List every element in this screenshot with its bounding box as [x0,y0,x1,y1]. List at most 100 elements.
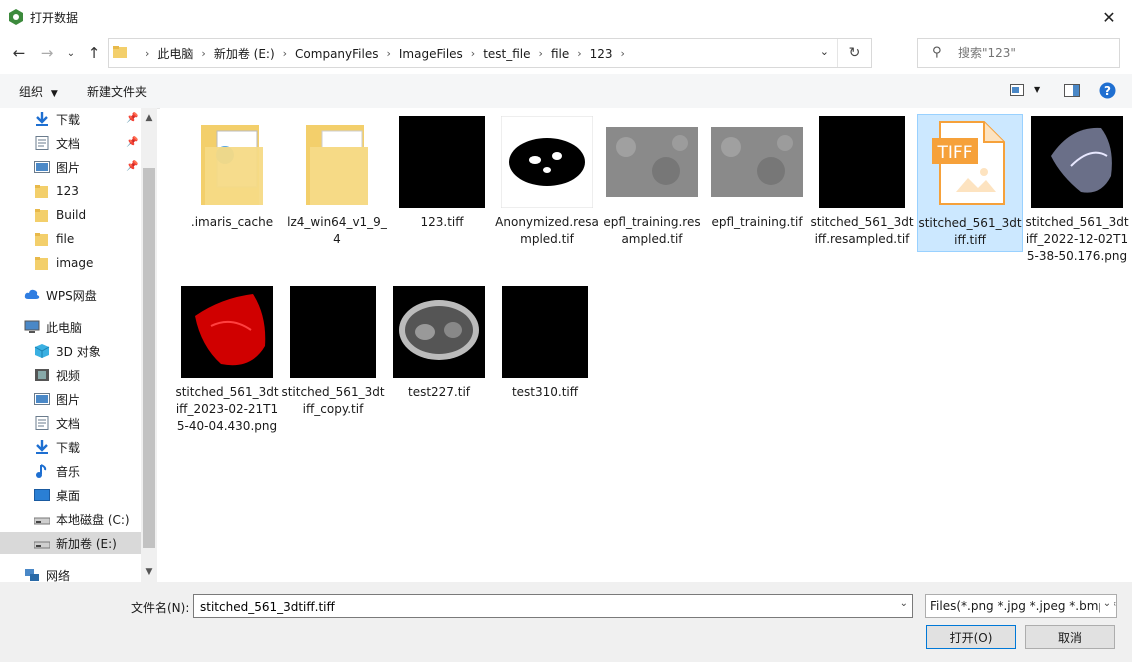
sidebar-item[interactable]: WPS网盘 [24,284,97,306]
open-button[interactable]: 打开(O) [926,625,1016,649]
file-item[interactable]: lz4_win64_v1_9_4 [285,114,389,248]
help-icon[interactable]: ? [1099,82,1116,99]
sidebar-item[interactable]: 下载 [34,436,80,458]
music-icon [34,464,50,478]
breadcrumb-separator-icon[interactable]: › [575,47,583,60]
filename-field[interactable]: ⌄ [193,594,913,618]
file-name: lz4_win64_v1_9_4 [287,215,387,246]
file-item[interactable]: stitched_561_3dtiff.resampled.tif [810,114,914,248]
address-dropdown-icon[interactable]: ⌄ [820,45,829,58]
breadcrumb-separator-icon[interactable]: › [143,47,151,60]
breadcrumb-separator-icon[interactable]: › [469,47,477,60]
breadcrumb-item[interactable]: 123 [584,47,619,61]
sidebar-item-label: 视频 [56,368,81,383]
back-arrow-icon[interactable]: ← [8,42,30,64]
file-item[interactable]: 123.tiff [390,114,494,231]
sidebar-scrollbar[interactable]: ▲ ▼ [141,108,157,582]
file-name: 123.tiff [420,215,464,229]
breadcrumb-item[interactable]: 此电脑 [151,45,199,62]
file-item[interactable]: epfl_training.tif [705,114,809,231]
sidebar-item[interactable]: file [34,228,74,250]
sidebar-item-label: 文档 [56,136,81,151]
sidebar-item[interactable]: 图片 [34,156,80,178]
breadcrumb-item[interactable]: file [545,47,575,61]
refresh-icon[interactable]: ↻ [837,39,871,67]
document-icon [34,136,50,150]
file-item[interactable]: .imaris_cache [180,114,284,231]
file-item[interactable]: Anonymized.resampled.tif [495,114,599,248]
file-item[interactable]: epfl_training.resampled.tif [600,114,704,248]
image-thumbnail [390,114,494,210]
sidebar-item[interactable]: Build [34,204,86,226]
folder-icon [34,232,50,246]
filename-input[interactable] [198,598,892,616]
download-icon [34,440,50,454]
sidebar-item-label: 新加卷 (E:) [56,536,117,551]
breadcrumb-item[interactable]: 新加卷 (E:) [208,45,281,62]
breadcrumb-separator-icon[interactable]: › [281,47,289,60]
file-item[interactable]: stitched_561_3dtiff_copy.tif [281,284,385,418]
image-thumbnail [175,284,279,380]
sidebar-item[interactable]: 此电脑 [24,316,82,338]
cancel-button[interactable]: 取消 [1025,625,1115,649]
forward-arrow-icon[interactable]: → [36,42,58,64]
sidebar-item[interactable]: 音乐 [34,460,80,482]
image-thumbnail [705,114,809,210]
breadcrumb-separator-icon[interactable]: › [619,47,627,60]
new-folder-button[interactable]: 新建文件夹 [87,83,147,100]
sidebar-item[interactable]: 图片 [34,388,80,410]
svg-text:?: ? [1104,84,1111,98]
file-name: stitched_561_3dtiff_2022-12-02T15-38-50.… [1025,215,1129,263]
file-item[interactable]: test227.tif [387,284,491,401]
scroll-up-icon[interactable]: ▲ [141,110,157,126]
scroll-down-icon[interactable]: ▼ [141,564,157,580]
address-bar[interactable]: › 此电脑 › 新加卷 (E:) › CompanyFiles › ImageFiles › te… [108,38,872,68]
breadcrumb-item[interactable]: CompanyFiles [289,47,384,61]
tiff-file-icon: TIFF [918,115,1022,211]
breadcrumb-item[interactable]: ImageFiles [393,47,469,61]
breadcrumb-separator-icon[interactable]: › [537,47,545,60]
filetype-select[interactable]: Files(*.png *.jpg *.jpeg *.bmp *.tif *.t… [925,594,1117,618]
sidebar-item[interactable]: image [34,252,93,274]
file-item[interactable]: stitched_561_3dtiff_2022-12-02T15-38-50.… [1025,114,1129,265]
video-icon [34,368,50,382]
breadcrumb-separator-icon[interactable]: › [199,47,207,60]
image-thumbnail [281,284,385,380]
filename-dropdown-icon[interactable]: ⌄ [900,598,908,609]
close-icon[interactable]: ✕ [1094,6,1124,28]
desktop-icon [34,488,50,502]
search-box[interactable]: ⚲ [917,38,1120,68]
breadcrumb-item[interactable]: test_file [477,47,536,61]
scrollbar-thumb[interactable] [143,168,155,548]
sidebar-item[interactable]: 新加卷 (E:) [0,532,141,554]
file-name: stitched_561_3dtiff.tiff [918,216,1022,247]
sidebar-item[interactable]: 3D 对象 [34,340,101,362]
sidebar-item[interactable]: 下载 [34,108,80,130]
file-item[interactable]: stitched_561_3dtiff_2023-02-21T15-40-04.… [175,284,279,435]
folder-icon [180,114,284,210]
sidebar-item-label: 下载 [56,440,81,455]
chevron-down-icon: ▼ [50,89,58,99]
recent-locations-chevron-icon[interactable]: ⌄ [60,42,82,64]
file-item[interactable]: test310.tiff [493,284,597,401]
folder-icon [34,184,50,198]
breadcrumb-separator-icon[interactable]: › [384,47,392,60]
sidebar-item[interactable]: 桌面 [34,484,80,506]
file-list: .imaris_cache lz4_win64_v1_9_4 123.tiff Ano… [160,108,1132,582]
sidebar-item[interactable]: 网络 [24,564,70,582]
sidebar-item[interactable]: 视频 [34,364,80,386]
organize-menu[interactable]: 组织 ▼ [19,83,58,100]
view-icon[interactable] [1010,84,1024,96]
sidebar-item[interactable]: 文档 [34,412,80,434]
file-name: stitched_561_3dtiff.resampled.tif [810,215,914,246]
view-dropdown-icon[interactable]: ▼ [1034,85,1040,94]
sidebar-item[interactable]: 123 [34,180,79,202]
file-item[interactable]: TIFF stitched_561_3dtiff.tiff [917,114,1023,252]
sidebar-item-label: 网络 [46,568,71,583]
preview-pane-icon[interactable] [1064,84,1080,97]
sidebar-item[interactable]: 文档 [34,132,80,154]
sidebar-item[interactable]: 本地磁盘 (C:) [33,508,130,530]
up-arrow-icon[interactable]: ↑ [83,42,105,64]
search-input[interactable] [956,44,1115,62]
folder-icon [34,256,50,270]
